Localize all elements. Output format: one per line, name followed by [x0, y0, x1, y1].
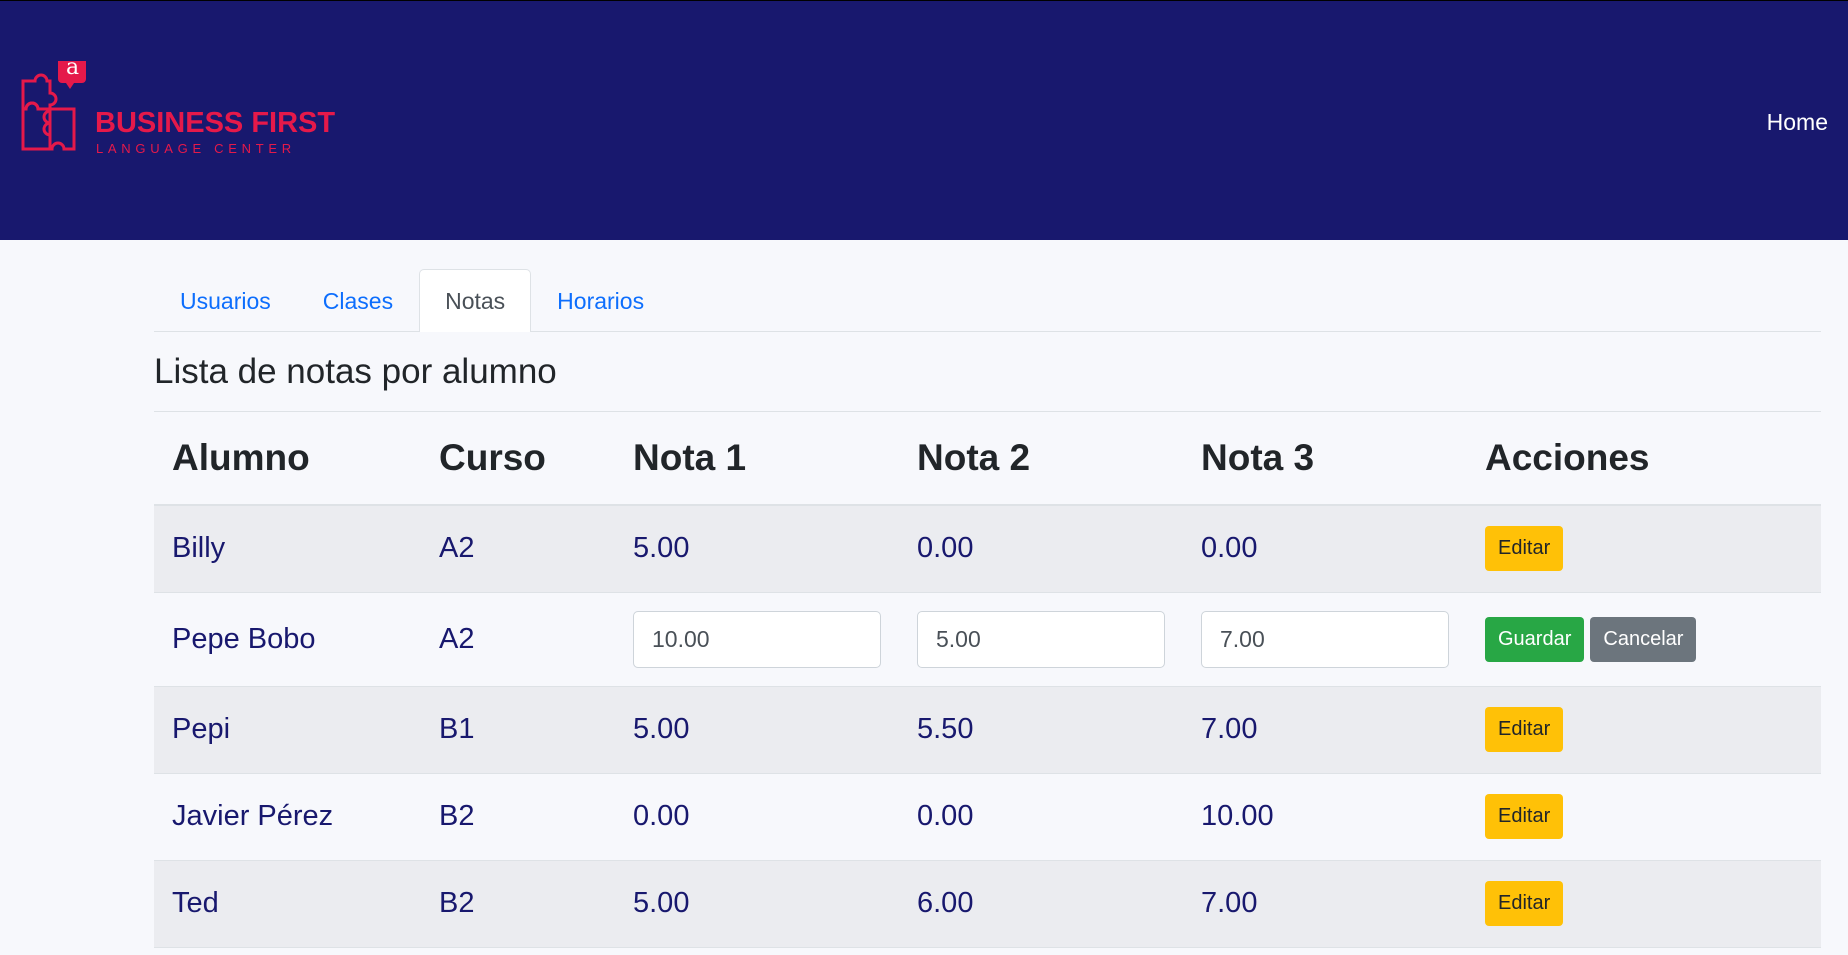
cell-nota1: 5.00: [615, 860, 899, 948]
tab-usuarios[interactable]: Usuarios: [154, 269, 297, 332]
column-header-curso: Curso: [421, 412, 615, 506]
brand-logo[interactable]: a BUSINESS FIRST LANGUAGE CENTER: [20, 55, 335, 161]
cell-nota2: 0.00: [899, 773, 1183, 861]
cell-alumno: Pepi: [154, 686, 421, 774]
nota2-input[interactable]: [917, 610, 1165, 668]
cell-nota2: 0.00: [899, 505, 1183, 593]
tab-horarios[interactable]: Horarios: [531, 269, 670, 332]
grades-table: Alumno Curso Nota 1 Nota 2 Nota 3 Accion…: [154, 412, 1821, 948]
cell-alumno: Ted: [154, 860, 421, 948]
cell-nota3: 0.00: [1183, 505, 1467, 593]
cell-alumno: Billy: [154, 505, 421, 593]
table-header-row: Alumno Curso Nota 1 Nota 2 Nota 3 Accion…: [154, 412, 1821, 506]
site-header: a BUSINESS FIRST LANGUAGE CENTER Home: [0, 0, 1848, 240]
cell-nota2: 5.50: [899, 686, 1183, 774]
edit-button[interactable]: Editar: [1485, 881, 1564, 926]
cell-nota3: [1183, 592, 1467, 687]
cell-alumno: Pepe Bobo: [154, 592, 421, 687]
table-row: Pepi B1 5.00 5.50 7.00 Editar: [154, 686, 1821, 774]
tab-clases[interactable]: Clases: [297, 269, 419, 332]
nav-home-link[interactable]: Home: [1767, 109, 1828, 136]
cell-nota2: 6.00: [899, 860, 1183, 948]
cell-nota3: 7.00: [1183, 860, 1467, 948]
cell-nota1: 5.00: [615, 686, 899, 774]
cell-nota3: 7.00: [1183, 686, 1467, 774]
column-header-alumno: Alumno: [154, 412, 421, 506]
brand-name: BUSINESS FIRST: [95, 107, 336, 139]
page-title: Lista de notas por alumno: [154, 332, 1821, 412]
cell-curso: A2: [421, 505, 615, 593]
table-row: Ted B2 5.00 6.00 7.00 Editar: [154, 860, 1821, 948]
column-header-nota1: Nota 1: [615, 412, 899, 506]
tab-bar: Usuarios Clases Notas Horarios: [154, 240, 1821, 332]
edit-button[interactable]: Editar: [1485, 526, 1564, 572]
cell-nota1: 5.00: [615, 505, 899, 593]
cell-acciones: Editar: [1467, 686, 1821, 774]
puzzle-logo-icon: [21, 61, 86, 151]
cell-acciones: Guardar Cancelar: [1467, 592, 1821, 687]
cell-acciones: Editar: [1467, 773, 1821, 861]
cell-nota3: 10.00: [1183, 773, 1467, 861]
nota3-input[interactable]: [1201, 610, 1449, 668]
column-header-acciones: Acciones: [1467, 412, 1821, 506]
cell-nota1: 0.00: [615, 773, 899, 861]
table-row: Billy A2 5.00 0.00 0.00 Editar: [154, 505, 1821, 593]
column-header-nota3: Nota 3: [1183, 412, 1467, 506]
cell-curso: A2: [421, 592, 615, 687]
cell-curso: B1: [421, 686, 615, 774]
table-row-editing: Pepe Bobo A2 GuardarCancelar: [154, 592, 1821, 687]
cell-curso: B2: [421, 860, 615, 948]
edit-button[interactable]: Editar: [1485, 794, 1564, 839]
logo-letter: a: [66, 55, 80, 80]
cell-nota2: [899, 592, 1183, 687]
cell-alumno: Javier Pérez: [154, 773, 421, 861]
nota1-input[interactable]: [633, 610, 881, 668]
brand-tagline: LANGUAGE CENTER: [96, 141, 296, 156]
column-header-nota2: Nota 2: [899, 412, 1183, 506]
cell-nota1: [615, 592, 899, 687]
cancel-button[interactable]: Cancelar: [1590, 616, 1697, 662]
cell-curso: B2: [421, 773, 615, 861]
save-button[interactable]: Guardar: [1485, 616, 1585, 662]
table-row: Javier Pérez B2 0.00 0.00 10.00 Editar: [154, 773, 1821, 861]
tab-notas[interactable]: Notas: [419, 269, 532, 332]
cell-acciones: Editar: [1467, 860, 1821, 948]
edit-button[interactable]: Editar: [1485, 707, 1564, 752]
cell-acciones: Editar: [1467, 505, 1821, 593]
main-content: Usuarios Clases Notas Horarios Lista de …: [154, 240, 1821, 948]
